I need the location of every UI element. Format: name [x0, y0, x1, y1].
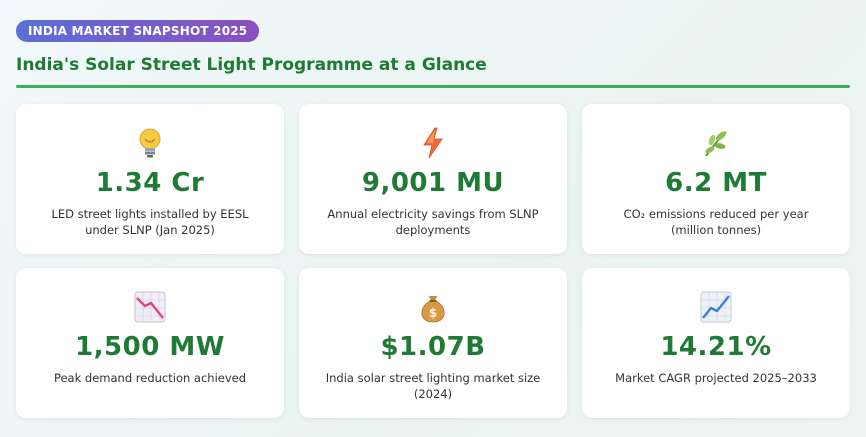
- snapshot-badge: INDIA MARKET SNAPSHOT 2025: [16, 20, 260, 42]
- page-title: India's Solar Street Light Programme at …: [16, 55, 487, 75]
- stat-card-peak-demand: 1,500 MW Peak demand reduction achieved: [16, 268, 284, 418]
- stat-value: 9,001 MU: [361, 168, 505, 198]
- stat-description: India solar street lighting market size …: [325, 371, 541, 401]
- chart-decreasing-icon: [133, 290, 167, 324]
- stat-description: Peak demand reduction achieved: [53, 371, 247, 385]
- svg-text:$: $: [429, 306, 437, 320]
- stat-value: 1,500 MW: [75, 332, 225, 362]
- chart-increasing-icon: [699, 290, 733, 324]
- stat-card-market-cagr: 14.21% Market CAGR projected 2025–2033: [582, 268, 850, 418]
- stat-description: CO₂ emissions reduced per year (million …: [623, 207, 809, 237]
- leaf-icon: [699, 126, 733, 160]
- lightning-icon: [416, 126, 450, 160]
- title-divider: [16, 85, 850, 88]
- stat-value: $1.07B: [380, 332, 486, 362]
- stat-card-led-lights: 1.34 Cr LED street lights installed by E…: [16, 104, 284, 254]
- stat-value: 14.21%: [660, 332, 772, 362]
- stat-card-co2-reduction: 6.2 MT CO₂ emissions reduced per year (m…: [582, 104, 850, 254]
- stat-value: 1.34 Cr: [95, 168, 205, 198]
- stat-description: LED street lights installed by EESL unde…: [51, 207, 249, 237]
- stat-value: 6.2 MT: [665, 168, 767, 198]
- stats-grid: 1.34 Cr LED street lights installed by E…: [16, 104, 850, 418]
- stat-card-market-size: $ $1.07B India solar street lighting mar…: [299, 268, 567, 418]
- stat-description: Market CAGR projected 2025–2033: [615, 371, 817, 385]
- lightbulb-icon: [133, 126, 167, 160]
- stat-description: Annual electricity savings from SLNP dep…: [327, 207, 539, 237]
- money-bag-icon: $: [416, 290, 450, 324]
- stat-card-electricity-savings: 9,001 MU Annual electricity savings from…: [299, 104, 567, 254]
